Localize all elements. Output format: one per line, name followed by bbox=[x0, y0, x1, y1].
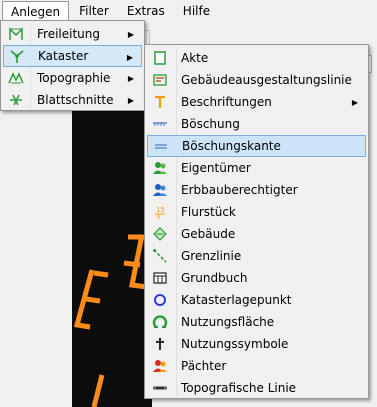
submenu-item-gebaeudeausgestaltungslinie[interactable]: Gebäudeausgestaltungslinie bbox=[147, 69, 366, 91]
submenu-item-label: Grenzlinie bbox=[181, 249, 242, 263]
building-line-icon bbox=[147, 69, 173, 91]
submenu-item-label: Katasterlagepunkt bbox=[181, 293, 292, 307]
submenu-item-label: Nutzungsfläche bbox=[181, 315, 275, 329]
menu-item-label: Blattschnitte bbox=[37, 93, 114, 107]
submenu-item-label: Akte bbox=[181, 51, 209, 65]
menu-item-kataster[interactable]: Kataster ▶ bbox=[3, 45, 142, 67]
submenu-item-topografische-linie[interactable]: Topografische Linie bbox=[147, 377, 366, 399]
submenu-arrow-icon: ▶ bbox=[127, 95, 134, 105]
menu-item-blattschnitte[interactable]: Blattschnitte ▶ bbox=[3, 89, 142, 111]
owner-icon bbox=[147, 157, 173, 179]
submenu-item-label: Topografische Linie bbox=[181, 381, 297, 395]
submenu-item-label: Erbbauberechtigter bbox=[181, 183, 298, 197]
topographic-line-icon bbox=[147, 377, 173, 399]
submenu-item-boeschung[interactable]: Böschung bbox=[147, 113, 366, 135]
menu-item-topographie[interactable]: Topographie ▶ bbox=[3, 67, 142, 89]
orange-stroke bbox=[123, 260, 141, 268]
submenu-item-label: Gebäudeausgestaltungslinie bbox=[181, 73, 352, 87]
submenu-item-erbbauberechtigter[interactable]: Erbbauberechtigter bbox=[147, 179, 366, 201]
submenu-item-label: Pächter bbox=[181, 359, 227, 373]
submenu-item-gebaeude[interactable]: Gebäude bbox=[147, 223, 366, 245]
submenu-item-boeschungskante[interactable]: Böschungskante bbox=[147, 135, 366, 157]
leaseholder-icon bbox=[147, 179, 173, 201]
menu-filter[interactable]: Filter bbox=[71, 1, 117, 21]
menubar: Anlegen Filter Extras Hilfe bbox=[0, 0, 377, 23]
orange-stroke bbox=[91, 374, 105, 407]
text-icon bbox=[147, 91, 173, 113]
submenu-item-eigentuemer[interactable]: Eigentümer bbox=[147, 157, 366, 179]
building-icon bbox=[147, 223, 173, 245]
sheet-cut-icon bbox=[3, 89, 29, 111]
submenu-arrow-icon: ▶ bbox=[127, 73, 134, 83]
power-line-icon bbox=[3, 23, 29, 45]
submenu-arrow-icon: ▶ bbox=[351, 97, 358, 107]
tenant-icon bbox=[147, 355, 173, 377]
submenu-item-label: Grundbuch bbox=[181, 271, 248, 285]
menu-extras[interactable]: Extras bbox=[119, 1, 173, 21]
submenu-arrow-icon: ▶ bbox=[126, 52, 133, 62]
map-canvas[interactable] bbox=[72, 75, 152, 407]
survey-icon bbox=[4, 45, 30, 67]
orange-stroke bbox=[93, 270, 109, 278]
submenu-item-katasterlagepunkt[interactable]: Katasterlagepunkt bbox=[147, 289, 366, 311]
menu-item-label: Topographie bbox=[37, 71, 111, 85]
submenu-item-nutzungsflaeche[interactable]: Nutzungsfläche bbox=[147, 311, 366, 333]
embankment-icon bbox=[147, 113, 173, 135]
submenu-item-grundbuch[interactable]: Grundbuch bbox=[147, 267, 366, 289]
submenu-item-flurstueck[interactable]: 15 6 Flurstück bbox=[147, 201, 366, 223]
submenu-item-beschriftungen[interactable]: Beschriftungen ▶ bbox=[147, 91, 366, 113]
boundary-line-icon bbox=[147, 245, 173, 267]
submenu-item-label: Beschriftungen bbox=[181, 95, 272, 109]
usage-area-icon bbox=[147, 311, 173, 333]
submenu-item-paechter[interactable]: Pächter bbox=[147, 355, 366, 377]
submenu-item-label: Gebäude bbox=[181, 227, 236, 241]
parcel-icon: 15 6 bbox=[147, 201, 173, 223]
embankment-edge-icon bbox=[148, 135, 174, 157]
submenu-item-label: Nutzungssymbole bbox=[181, 337, 289, 351]
menu-hilfe[interactable]: Hilfe bbox=[175, 1, 218, 21]
menu-item-label: Freileitung bbox=[37, 27, 100, 41]
submenu-item-label: Böschung bbox=[181, 117, 240, 131]
canvas-drawing bbox=[73, 234, 148, 407]
cadastral-point-icon bbox=[147, 289, 173, 311]
anlegen-menu: Freileitung ▶ Kataster ▶ Topographie ▶ B… bbox=[0, 20, 145, 111]
usage-symbol-icon bbox=[147, 333, 173, 355]
menu-item-label: Kataster bbox=[38, 49, 89, 63]
menu-item-freileitung[interactable]: Freileitung ▶ bbox=[3, 23, 142, 45]
kataster-submenu: Akte Gebäudeausgestaltungslinie Beschrif… bbox=[144, 44, 369, 399]
file-icon bbox=[147, 47, 173, 69]
land-register-icon bbox=[147, 267, 173, 289]
submenu-arrow-icon: ▶ bbox=[127, 29, 134, 39]
orange-stroke bbox=[85, 296, 101, 304]
submenu-item-label: Böschungskante bbox=[182, 139, 281, 153]
submenu-item-nutzungssymbole[interactable]: Nutzungssymbole bbox=[147, 333, 366, 355]
terrain-icon bbox=[3, 67, 29, 89]
svg-text:15: 15 bbox=[156, 206, 165, 214]
submenu-item-label: Flurstück bbox=[181, 205, 236, 219]
submenu-item-grenzlinie[interactable]: Grenzlinie bbox=[147, 245, 366, 267]
svg-text:6: 6 bbox=[157, 215, 160, 220]
submenu-item-label: Eigentümer bbox=[181, 161, 251, 175]
submenu-item-akte[interactable]: Akte bbox=[147, 47, 366, 69]
